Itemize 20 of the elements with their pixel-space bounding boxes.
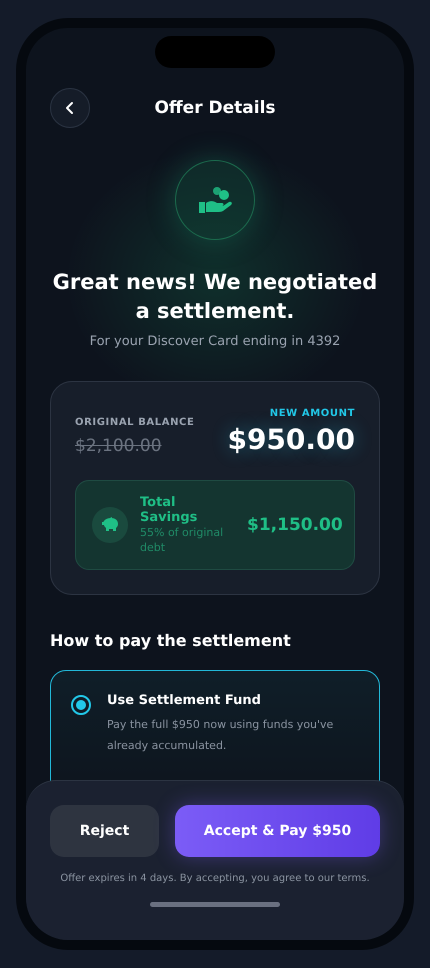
option-title: Use Settlement Fund bbox=[107, 693, 262, 708]
section-heading: How to pay the settlement bbox=[50, 631, 292, 650]
reject-button[interactable]: Reject bbox=[50, 805, 159, 857]
savings-title: Total Savings bbox=[140, 495, 198, 525]
page-title: Offer Details bbox=[153, 98, 277, 118]
radio-button[interactable] bbox=[71, 695, 91, 715]
original-balance-label: ORIGINAL BALANCE bbox=[75, 417, 194, 428]
headline: Great news! We negotiated a settlement. bbox=[52, 269, 378, 325]
option-description: Pay the full $950 now using funds you've already accumulated. bbox=[107, 717, 334, 754]
savings-detail: 55% of original debt bbox=[140, 525, 224, 555]
back-button[interactable] bbox=[50, 88, 90, 128]
piggy-bank-icon bbox=[92, 507, 128, 543]
hand-coin-icon bbox=[197, 185, 233, 215]
accept-button[interactable]: Accept & Pay $950 bbox=[175, 805, 380, 857]
card-subtitle: For your Discover Card ending in 4392 bbox=[90, 334, 340, 349]
terms-note: Offer expires in 4 days. By accepting, you agree to our terms. bbox=[60, 873, 370, 884]
savings-amount: $1,150.00 bbox=[247, 515, 343, 535]
original-balance: $2,100.00 bbox=[75, 436, 163, 456]
new-amount-label: NEW AMOUNT bbox=[270, 408, 355, 419]
new-amount: $950.00 bbox=[227, 423, 355, 456]
